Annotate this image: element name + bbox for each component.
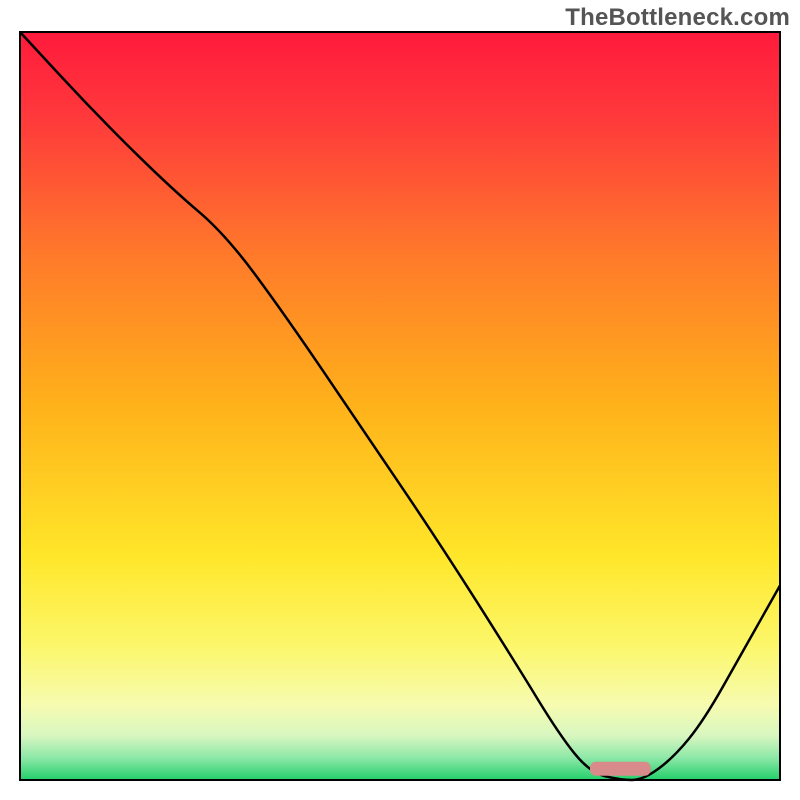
plot-background: [20, 32, 780, 780]
watermark-label: TheBottleneck.com: [565, 4, 790, 32]
chart-svg: [0, 0, 800, 800]
chart-frame: TheBottleneck.com: [0, 0, 800, 800]
sweet-spot-marker: [590, 762, 651, 776]
